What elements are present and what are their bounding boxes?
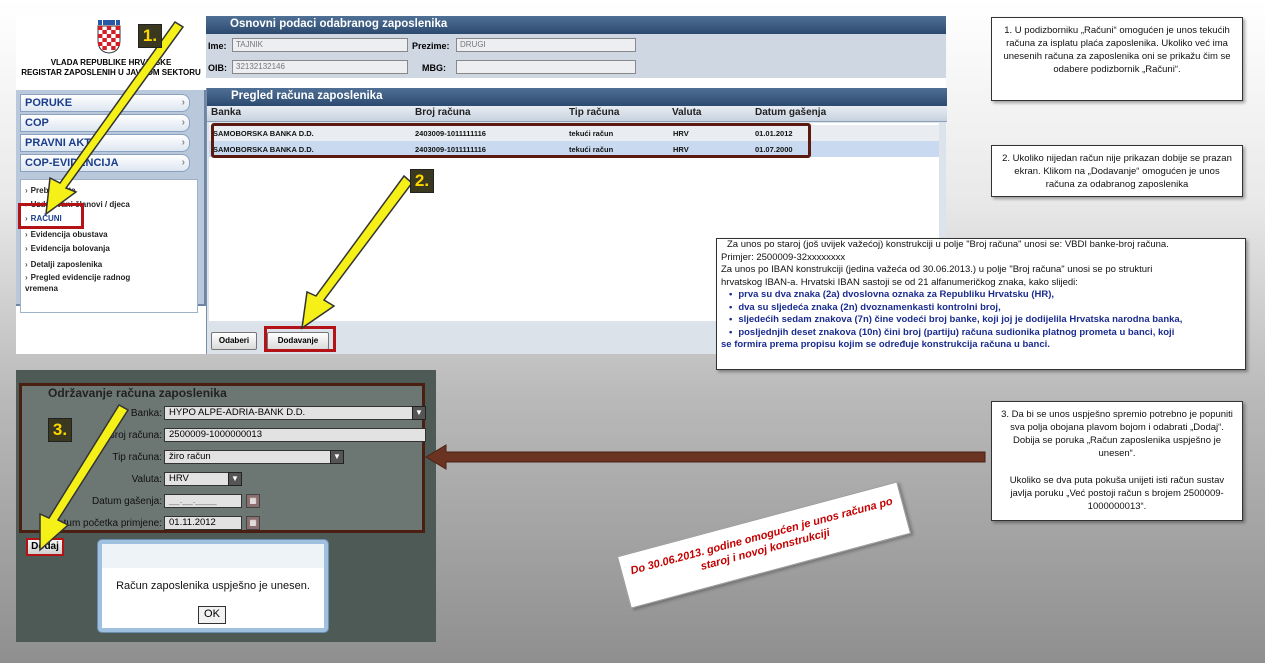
menu-label: PORUKE xyxy=(25,97,73,109)
calendar-icon[interactable]: ▦ xyxy=(246,494,260,508)
ime-label: Ime: xyxy=(208,41,227,51)
employee-info-title: Osnovni podaci odabranog zaposlenika xyxy=(206,16,946,34)
datum-gasenja-label: Datum gašenja: xyxy=(91,496,162,507)
dialog-titlebar xyxy=(102,544,324,568)
note-1: 1. U podizborniku „Računi“ omogućen je u… xyxy=(991,17,1243,101)
calendar-icon[interactable]: ▦ xyxy=(246,516,260,530)
note-iban-line2: Primjer: 2500009-32xxxxxxxx xyxy=(721,251,846,263)
deadline-note: Do 30.06.2013. godine omogućen je unos r… xyxy=(616,481,912,609)
success-dialog: Račun zaposlenika uspješno je unesen. OK xyxy=(98,540,328,632)
rows-highlight xyxy=(211,123,811,158)
submenu-item-detalji[interactable]: › Detalji zaposlenika xyxy=(25,260,102,269)
chevron-down-icon: ▼ xyxy=(412,406,426,420)
sidebar: PORUKE › COP › PRAVNI AKTI › COP-EVIDENCIJA… xyxy=(16,90,206,313)
prezime-field: DRUGI xyxy=(456,38,636,52)
step-3-badge: 3. xyxy=(48,418,72,442)
oib-field: 32132132146 xyxy=(232,60,408,74)
arrow-left-icon xyxy=(425,444,986,470)
accounts-title: Pregled računa zaposlenika xyxy=(207,88,947,106)
menu-label: COP-EVIDENCIJA xyxy=(25,157,119,169)
tip-racuna-label: Tip računa: xyxy=(112,452,162,463)
note-iban-line4: hrvatskog IBAN-a. Hrvatski IBAN sastoji … xyxy=(721,276,1078,288)
datum-gasenja-input[interactable]: __.__.____ xyxy=(164,494,242,508)
odaberi-button[interactable]: Odaberi xyxy=(211,332,257,350)
coat-of-arms-icon xyxy=(97,20,121,54)
note-iban-line1: Za unos po staroj (još uvijek važećoj) k… xyxy=(727,239,1169,250)
valuta-label: Valuta: xyxy=(131,474,162,485)
col-broj-racuna: Broj računa xyxy=(415,107,471,118)
note-3-text-b: Ukoliko se dva puta pokuša unijeti isti … xyxy=(1009,475,1225,512)
note-3: 3. Da bi se unos uspješno spremio potreb… xyxy=(991,401,1243,521)
dialog-message: Račun zaposlenika uspješno je unesen. xyxy=(116,580,310,592)
col-banka: Banka xyxy=(211,107,242,118)
submenu-item-obustave[interactable]: › Evidencija obustava xyxy=(25,230,108,239)
col-valuta: Valuta xyxy=(672,107,702,118)
prezime-label: Prezime: xyxy=(412,41,450,51)
banka-label: Banka: xyxy=(130,408,162,419)
note-3-text-a: 3. Da bi se unos uspješno spremio potreb… xyxy=(1001,409,1233,459)
tip-racuna-select[interactable]: žiro račun ▼ xyxy=(164,450,344,464)
mbg-label: MBG: xyxy=(422,63,446,73)
chevron-right-icon: › xyxy=(181,97,185,108)
note-iban-bullet3: • sljedećih sedam znakova (7n) čine vodeć… xyxy=(729,314,1183,325)
submenu-item-radno-vrijeme[interactable]: › Pregled evidencije radnog vremena xyxy=(25,272,165,294)
logo-line2: REGISTAR ZAPOSLENIH U JAVNOM SEKTORU xyxy=(21,68,201,77)
col-tip-racuna: Tip računa xyxy=(569,107,620,118)
oib-label: OIB: xyxy=(208,63,227,73)
step-2-badge: 2. xyxy=(410,169,434,193)
submenu: › Prebivalište › Uzdržavani članovi / djec… xyxy=(20,179,198,313)
menu-item-cop-evidencija[interactable]: COP-EVIDENCIJA › xyxy=(20,154,190,172)
step-1-badge: 1. xyxy=(138,24,162,48)
menu-item-cop[interactable]: COP › xyxy=(20,114,190,132)
bottom-screenshot: Održavanje računa zaposlenika Banka: HYP… xyxy=(16,370,436,642)
submenu-item-prebivaliste[interactable]: › Prebivalište xyxy=(25,186,76,195)
chevron-right-icon: › xyxy=(181,117,185,128)
dodaj-button[interactable]: Dodaj xyxy=(26,538,64,556)
note-iban-bullet4: • posljednjih deset znakova (10n) čini br… xyxy=(729,326,1175,338)
chevron-right-icon: › xyxy=(181,137,185,148)
submenu-item-bolovanje[interactable]: › Evidencija bolovanja xyxy=(25,244,110,253)
note-iban-line3: Za unos po IBAN konstrukciji (jedina važ… xyxy=(721,264,1153,275)
banka-select[interactable]: HYPO ALPE-ADRIA-BANK D.D. ▼ xyxy=(164,406,426,420)
col-datum-gasenja: Datum gašenja xyxy=(755,107,827,118)
maintenance-title: Održavanje računa zaposlenika xyxy=(48,386,227,400)
logo-area: VLADA REPUBLIKE HRVATSKE REGISTAR ZAPOSL… xyxy=(16,16,206,91)
note-iban-bullet2: • dva su sljedeća znaka (2n) dvoznamenkas… xyxy=(729,301,1001,313)
dodavanje-highlight xyxy=(264,326,336,352)
chevron-right-icon: › xyxy=(181,157,185,168)
logo-line1: VLADA REPUBLIKE HRVATSKE xyxy=(50,58,172,67)
valuta-select[interactable]: HRV ▼ xyxy=(164,472,242,486)
mbg-field xyxy=(456,60,636,74)
datum-pocetka-input[interactable]: 01.11.2012 xyxy=(164,516,242,530)
ok-button[interactable]: OK xyxy=(198,606,226,624)
racuni-highlight xyxy=(18,203,84,229)
broj-racuna-label: Broj računa: xyxy=(108,430,162,441)
broj-racuna-input[interactable]: 2500009-1000000013 xyxy=(164,428,426,442)
chevron-down-icon: ▼ xyxy=(228,472,242,486)
datum-pocetka-label: Datum početka primjene: xyxy=(50,518,162,529)
maintenance-panel: Održavanje računa zaposlenika Banka: HYP… xyxy=(19,383,426,533)
note-iban: Za unos po staroj (još uvijek važećoj) k… xyxy=(716,238,1246,370)
menu-item-poruke[interactable]: PORUKE › xyxy=(20,94,190,112)
note-iban-bullet5: se formira prema propisu kojim se određu… xyxy=(721,339,1050,350)
employee-info-panel: Osnovni podaci odabranog zaposlenika Ime… xyxy=(206,16,946,78)
accounts-table-header: Banka Broj računa Tip računa Valuta Datu… xyxy=(207,106,947,122)
chevron-down-icon: ▼ xyxy=(330,450,344,464)
menu-label: PRAVNI AKTI xyxy=(25,137,95,149)
ime-field: TAJNIK xyxy=(232,38,408,52)
menu-label: COP xyxy=(25,117,49,129)
note-2: 2. Ukoliko nijedan račun nije prikazan d… xyxy=(991,145,1243,197)
menu-item-pravni-akti[interactable]: PRAVNI AKTI › xyxy=(20,134,190,152)
note-iban-bullet1: • prva su dva znaka (2a) dvoslovna oznaka… xyxy=(729,289,1055,300)
